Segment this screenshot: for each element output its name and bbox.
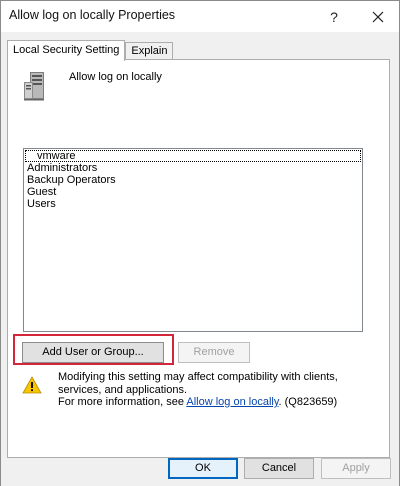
list-item[interactable]: Users (24, 198, 362, 210)
properties-dialog: Allow log on locally Properties ? Local … (0, 0, 400, 486)
accounts-listbox[interactable]: vmware Administrators Backup Operators G… (23, 148, 363, 332)
list-item[interactable]: Administrators (24, 162, 362, 174)
add-user-button[interactable]: Add User or Group... (22, 342, 164, 363)
list-item[interactable]: Backup Operators (24, 174, 362, 186)
more-info-prefix: For more information, see (58, 396, 187, 408)
remove-button[interactable]: Remove (178, 342, 250, 363)
close-button[interactable] (357, 1, 399, 32)
warning-icon (22, 376, 42, 394)
tab-panel: Allow log on locally vmware Administrato… (7, 59, 390, 458)
warning-line: Modifying this setting may affect compat… (58, 371, 338, 396)
tab-local-security-setting[interactable]: Local Security Setting (7, 40, 126, 61)
policy-help-link[interactable]: Allow log on locally (186, 396, 278, 408)
title-bar[interactable]: Allow log on locally Properties ? (1, 1, 399, 32)
server-icon (24, 72, 44, 101)
tab-explain[interactable]: Explain (125, 42, 174, 60)
add-user-button-label: Add User or Group... (42, 346, 144, 358)
close-icon (372, 11, 384, 22)
more-info-suffix: . (Q823659) (278, 396, 338, 408)
cancel-button[interactable]: Cancel (244, 458, 314, 479)
tab-strip: Local Security Setting Explain (7, 40, 174, 61)
list-item[interactable]: Guest (24, 186, 362, 198)
help-button[interactable]: ? (313, 1, 355, 32)
list-item[interactable]: vmware (25, 150, 361, 162)
warning-message: Modifying this setting may affect compat… (58, 371, 378, 409)
window-title: Allow log on locally Properties (9, 8, 176, 22)
dialog-body: Local Security Setting Explain Allow log… (1, 32, 399, 486)
apply-button[interactable]: Apply (321, 458, 391, 479)
policy-name: Allow log on locally (69, 71, 162, 83)
ok-button[interactable]: OK (168, 458, 238, 479)
